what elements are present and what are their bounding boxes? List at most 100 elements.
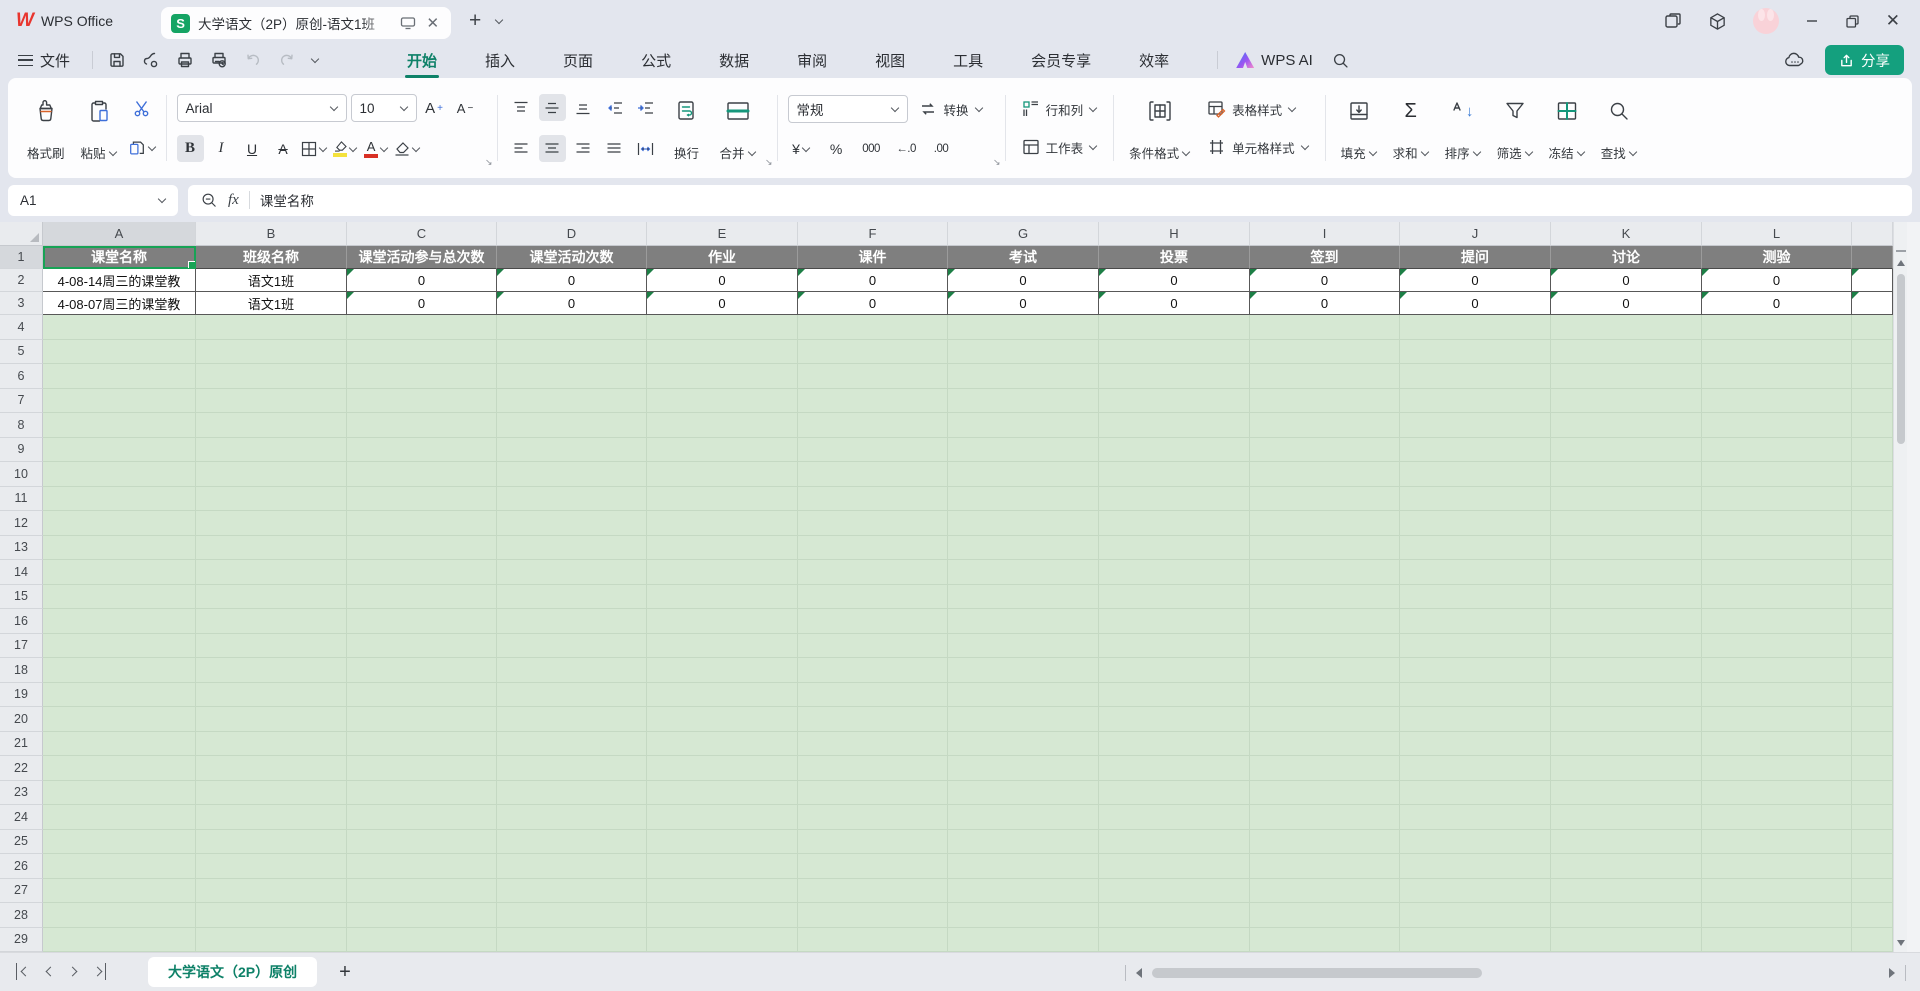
- cell[interactable]: [798, 707, 948, 732]
- cell[interactable]: [347, 364, 497, 389]
- vertical-scroll-thumb[interactable]: [1897, 274, 1905, 444]
- cell[interactable]: [1852, 438, 1893, 463]
- cell[interactable]: [1250, 560, 1400, 585]
- align-center-button[interactable]: [539, 135, 566, 162]
- cell[interactable]: [1400, 756, 1551, 781]
- cell[interactable]: [1551, 536, 1702, 561]
- cell[interactable]: [1852, 560, 1893, 585]
- cell[interactable]: [1250, 536, 1400, 561]
- borders-button[interactable]: [301, 135, 328, 162]
- cell[interactable]: [1702, 928, 1852, 953]
- increase-indent-button[interactable]: [632, 94, 659, 121]
- cell[interactable]: [196, 364, 347, 389]
- cell[interactable]: [43, 560, 196, 585]
- cell[interactable]: [1702, 389, 1852, 414]
- cell[interactable]: [1551, 413, 1702, 438]
- user-avatar[interactable]: [1753, 8, 1779, 34]
- decrease-indent-button[interactable]: [601, 94, 628, 121]
- cell[interactable]: [1099, 756, 1250, 781]
- cell[interactable]: [798, 903, 948, 928]
- cell[interactable]: [1400, 364, 1551, 389]
- cell[interactable]: 0: [647, 292, 798, 315]
- cell[interactable]: [497, 683, 647, 708]
- tab-list-chevron-icon[interactable]: [495, 17, 503, 25]
- find-button[interactable]: 查找: [1596, 90, 1642, 166]
- cell[interactable]: [1852, 928, 1893, 953]
- cell[interactable]: [1099, 781, 1250, 806]
- cell[interactable]: [497, 340, 647, 365]
- row-header-8[interactable]: 8: [0, 413, 43, 438]
- comma-style-button[interactable]: 000: [858, 135, 885, 162]
- cell[interactable]: [43, 438, 196, 463]
- font-size-select[interactable]: 10: [351, 94, 417, 122]
- save-button[interactable]: [107, 50, 127, 70]
- cell[interactable]: [647, 928, 798, 953]
- cell[interactable]: [1551, 511, 1702, 536]
- tab-close-icon[interactable]: ✕: [424, 14, 441, 32]
- wps-ai-button[interactable]: WPS AI: [1236, 52, 1313, 69]
- cell[interactable]: 讨论: [1551, 246, 1702, 269]
- cell[interactable]: [43, 903, 196, 928]
- cell[interactable]: 0: [1250, 292, 1400, 315]
- cell[interactable]: [1250, 585, 1400, 610]
- app-home-button[interactable]: W WPS Office: [0, 10, 131, 32]
- cell[interactable]: [1099, 340, 1250, 365]
- first-sheet-button[interactable]: [16, 963, 28, 981]
- cell[interactable]: [196, 658, 347, 683]
- split-handle[interactable]: [1896, 250, 1906, 252]
- row-header-20[interactable]: 20: [0, 707, 43, 732]
- cell[interactable]: [647, 683, 798, 708]
- cell[interactable]: [43, 487, 196, 512]
- row-header-12[interactable]: 12: [0, 511, 43, 536]
- print-preview-button[interactable]: [209, 50, 229, 70]
- cell[interactable]: 0: [1400, 292, 1551, 315]
- cell[interactable]: [1852, 364, 1893, 389]
- cell[interactable]: 4-08-07周三的课堂教: [43, 292, 196, 315]
- format-painter-button[interactable]: 格式刷: [22, 90, 70, 166]
- cell[interactable]: [497, 781, 647, 806]
- cell[interactable]: 4-08-14周三的课堂教: [43, 269, 196, 292]
- column-header-G[interactable]: G: [948, 222, 1099, 246]
- cell[interactable]: [43, 879, 196, 904]
- cell[interactable]: [1250, 364, 1400, 389]
- cell[interactable]: [1400, 413, 1551, 438]
- cell[interactable]: [497, 364, 647, 389]
- cell[interactable]: [497, 756, 647, 781]
- currency-button[interactable]: ¥: [788, 135, 815, 162]
- cell[interactable]: [1099, 389, 1250, 414]
- cell[interactable]: [196, 928, 347, 953]
- restore-button[interactable]: [1845, 14, 1860, 29]
- cell[interactable]: [647, 781, 798, 806]
- cell[interactable]: [948, 315, 1099, 340]
- cell[interactable]: 测验: [1702, 246, 1852, 269]
- cell[interactable]: [1852, 413, 1893, 438]
- cell[interactable]: [497, 315, 647, 340]
- row-header-21[interactable]: 21: [0, 732, 43, 757]
- cell[interactable]: [347, 487, 497, 512]
- cell[interactable]: [1852, 830, 1893, 855]
- cell[interactable]: [1551, 805, 1702, 830]
- cell[interactable]: [1852, 609, 1893, 634]
- cell[interactable]: [43, 511, 196, 536]
- cell[interactable]: 班级名称: [196, 246, 347, 269]
- row-header-15[interactable]: 15: [0, 585, 43, 610]
- cell[interactable]: [1099, 854, 1250, 879]
- cell[interactable]: [1400, 315, 1551, 340]
- cell[interactable]: [948, 462, 1099, 487]
- export-icon[interactable]: [141, 50, 161, 70]
- cell[interactable]: [647, 340, 798, 365]
- cell[interactable]: [1250, 928, 1400, 953]
- cell[interactable]: [1400, 634, 1551, 659]
- cell[interactable]: 0: [1551, 269, 1702, 292]
- row-header-17[interactable]: 17: [0, 634, 43, 659]
- horizontal-scroll-thumb[interactable]: [1152, 968, 1482, 978]
- cell[interactable]: [1250, 487, 1400, 512]
- column-header-I[interactable]: I: [1250, 222, 1400, 246]
- cell[interactable]: [43, 805, 196, 830]
- cell[interactable]: [798, 413, 948, 438]
- cell[interactable]: 0: [1400, 269, 1551, 292]
- cell[interactable]: [347, 560, 497, 585]
- cell[interactable]: [497, 560, 647, 585]
- autosum-button[interactable]: Σ 求和: [1388, 90, 1434, 166]
- paste-button[interactable]: 粘贴: [76, 90, 122, 166]
